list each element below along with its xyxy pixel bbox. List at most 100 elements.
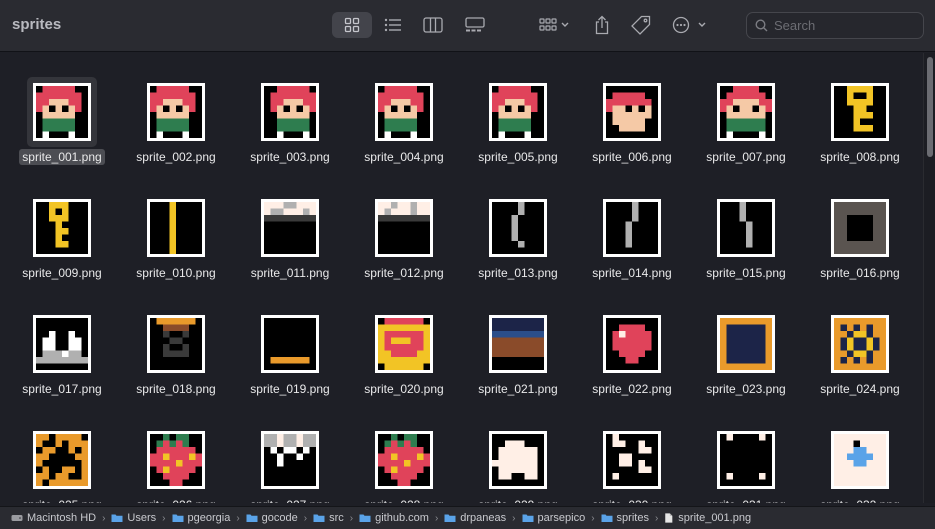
file-item[interactable]: sprite_016.png [803, 193, 917, 309]
file-item[interactable]: sprite_013.png [461, 193, 575, 309]
search-field[interactable] [746, 12, 924, 39]
sprite-thumbnail[interactable] [717, 199, 775, 257]
file-item[interactable]: sprite_002.png [119, 77, 233, 193]
file-item[interactable]: sprite_019.png [233, 309, 347, 425]
sprite-thumbnail[interactable] [717, 83, 775, 141]
thumbnail-wrapper[interactable] [141, 425, 211, 495]
more-actions-button[interactable] [670, 12, 710, 38]
file-item[interactable]: sprite_026.png [119, 425, 233, 503]
file-item[interactable]: sprite_023.png [689, 309, 803, 425]
thumbnail-wrapper[interactable] [825, 193, 895, 263]
thumbnail-wrapper[interactable] [711, 309, 781, 379]
search-input[interactable] [774, 18, 914, 33]
path-crumb[interactable]: gocode [246, 512, 298, 524]
path-crumb[interactable]: src [313, 512, 344, 524]
thumbnail-wrapper[interactable] [369, 77, 439, 147]
sprite-thumbnail[interactable] [717, 315, 775, 373]
path-crumb[interactable]: parsepico [522, 512, 585, 524]
thumbnail-wrapper[interactable] [711, 77, 781, 147]
thumbnail-wrapper[interactable] [27, 425, 97, 495]
sprite-thumbnail[interactable] [603, 431, 661, 489]
file-item[interactable]: sprite_021.png [461, 309, 575, 425]
file-item[interactable]: sprite_030.png [575, 425, 689, 503]
thumbnail-wrapper[interactable] [255, 309, 325, 379]
file-item[interactable]: sprite_017.png [5, 309, 119, 425]
path-crumb[interactable]: github.com [359, 512, 429, 524]
thumbnail-wrapper[interactable] [27, 309, 97, 379]
thumbnail-wrapper[interactable] [369, 425, 439, 495]
sprite-thumbnail[interactable] [489, 431, 547, 489]
path-crumb[interactable]: pgeorgia [172, 512, 230, 524]
file-item[interactable]: sprite_020.png [347, 309, 461, 425]
file-item[interactable]: sprite_003.png [233, 77, 347, 193]
file-item[interactable]: sprite_018.png [119, 309, 233, 425]
thumbnail-wrapper[interactable] [711, 425, 781, 495]
file-item[interactable]: sprite_024.png [803, 309, 917, 425]
column-view-button[interactable] [416, 12, 450, 38]
file-item[interactable]: sprite_007.png [689, 77, 803, 193]
path-crumb[interactable]: Users [111, 512, 156, 524]
thumbnail-wrapper[interactable] [483, 77, 553, 147]
sprite-thumbnail[interactable] [717, 431, 775, 489]
sprite-thumbnail[interactable] [261, 315, 319, 373]
thumbnail-wrapper[interactable] [255, 425, 325, 495]
file-item[interactable]: sprite_009.png [5, 193, 119, 309]
sprite-thumbnail[interactable] [831, 199, 889, 257]
sprite-thumbnail[interactable] [831, 315, 889, 373]
thumbnail-wrapper[interactable] [141, 193, 211, 263]
thumbnail-wrapper[interactable] [369, 309, 439, 379]
path-crumb[interactable]: sprites [601, 512, 649, 524]
thumbnail-wrapper[interactable] [255, 193, 325, 263]
sprite-thumbnail[interactable] [489, 315, 547, 373]
sprite-thumbnail[interactable] [375, 83, 433, 141]
thumbnail-wrapper[interactable] [825, 425, 895, 495]
thumbnail-wrapper[interactable] [825, 77, 895, 147]
sprite-thumbnail[interactable] [603, 83, 661, 141]
sprite-thumbnail[interactable] [261, 431, 319, 489]
sprite-thumbnail[interactable] [489, 199, 547, 257]
thumbnail-wrapper[interactable] [825, 309, 895, 379]
thumbnail-wrapper[interactable] [483, 425, 553, 495]
vertical-scrollbar[interactable] [923, 53, 935, 503]
file-item[interactable]: sprite_006.png [575, 77, 689, 193]
file-item[interactable]: sprite_001.png [5, 77, 119, 193]
sprite-thumbnail[interactable] [375, 431, 433, 489]
thumbnail-wrapper[interactable] [141, 77, 211, 147]
thumbnail-wrapper[interactable] [711, 193, 781, 263]
thumbnail-wrapper[interactable] [597, 425, 667, 495]
sprite-thumbnail[interactable] [33, 431, 91, 489]
sprite-thumbnail[interactable] [147, 199, 205, 257]
sprite-thumbnail[interactable] [603, 315, 661, 373]
file-item[interactable]: sprite_031.png [689, 425, 803, 503]
tag-button[interactable] [628, 12, 654, 38]
file-item[interactable]: sprite_004.png [347, 77, 461, 193]
sprite-thumbnail[interactable] [375, 199, 433, 257]
path-crumb[interactable]: sprite_001.png [664, 512, 751, 524]
list-view-button[interactable] [376, 12, 410, 38]
file-item[interactable]: sprite_029.png [461, 425, 575, 503]
thumbnail-wrapper[interactable] [255, 77, 325, 147]
share-button[interactable] [590, 12, 614, 38]
sprite-thumbnail[interactable] [831, 431, 889, 489]
file-item[interactable]: sprite_014.png [575, 193, 689, 309]
thumbnail-wrapper[interactable] [597, 193, 667, 263]
file-item[interactable]: sprite_005.png [461, 77, 575, 193]
file-item[interactable]: sprite_012.png [347, 193, 461, 309]
file-item[interactable]: sprite_015.png [689, 193, 803, 309]
sprite-thumbnail[interactable] [261, 83, 319, 141]
file-item[interactable]: sprite_032.png [803, 425, 917, 503]
sprite-thumbnail[interactable] [375, 315, 433, 373]
thumbnail-wrapper[interactable] [597, 309, 667, 379]
scrollbar-thumb[interactable] [927, 57, 933, 157]
thumbnail-wrapper[interactable] [483, 309, 553, 379]
sprite-thumbnail[interactable] [831, 83, 889, 141]
file-item[interactable]: sprite_022.png [575, 309, 689, 425]
thumbnail-wrapper[interactable] [483, 193, 553, 263]
file-item[interactable]: sprite_028.png [347, 425, 461, 503]
thumbnail-wrapper[interactable] [369, 193, 439, 263]
thumbnail-wrapper[interactable] [27, 77, 97, 147]
file-item[interactable]: sprite_010.png [119, 193, 233, 309]
thumbnail-wrapper[interactable] [27, 193, 97, 263]
path-crumb[interactable]: drpaneas [444, 512, 506, 524]
thumbnail-wrapper[interactable] [597, 77, 667, 147]
